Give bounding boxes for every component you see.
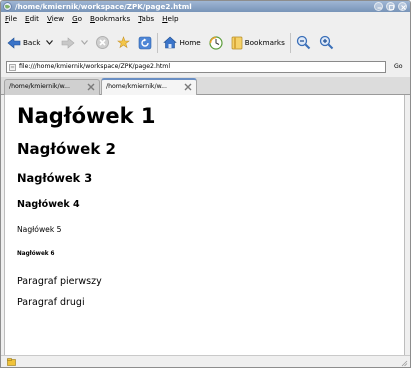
status-bar	[1, 355, 410, 367]
bookmarks-label: Bookmarks	[244, 38, 285, 47]
zoom-in-icon	[319, 35, 334, 50]
heading-2: Nagłówek 2	[17, 140, 116, 158]
close-icon[interactable]	[87, 83, 95, 91]
heading-1: Nagłówek 1	[17, 104, 156, 128]
stop-icon	[96, 36, 110, 49]
window-controls	[374, 2, 407, 11]
close-icon[interactable]	[184, 83, 192, 91]
menu-bookmarks-label: ookmarks	[94, 14, 131, 23]
menu-file-label: ile	[8, 14, 18, 23]
back-history-dropdown[interactable]	[46, 32, 54, 54]
heading-4: Nagłówek 4	[17, 199, 80, 210]
forward-history-dropdown[interactable]	[81, 32, 89, 54]
chevron-down-icon	[81, 40, 89, 45]
home-label: Home	[179, 38, 201, 47]
back-button[interactable]: Back	[7, 32, 40, 54]
tab-1[interactable]: /home/kmiernik/w...	[4, 79, 100, 95]
url-input[interactable]: file:///home/kmiernik/workspace/ZPK/page…	[6, 61, 386, 73]
url-text: file:///home/kmiernik/workspace/ZPK/page…	[19, 63, 171, 70]
forward-button[interactable]	[61, 32, 75, 54]
menu-bar: File Edit View Go Bookmarks Tabs Help	[1, 12, 410, 26]
toolbar-separator	[289, 32, 291, 53]
heading-6: Nagłówek 6	[17, 251, 55, 257]
menu-tabs-label: abs	[141, 14, 155, 23]
bookmark-page-button[interactable]	[117, 32, 131, 54]
toolbar-separator	[157, 32, 159, 53]
paragraph-2: Paragraf drugi	[17, 297, 85, 308]
menu-edit-label: dit	[29, 14, 39, 23]
menu-help-label: elp	[167, 14, 179, 23]
location-bar: file:///home/kmiernik/workspace/ZPK/page…	[1, 59, 410, 75]
history-button[interactable]	[209, 32, 223, 54]
bookmarks-button[interactable]: Bookmarks	[231, 32, 285, 54]
zoom-in-button[interactable]	[319, 32, 334, 54]
bookmark-star-icon	[117, 36, 131, 49]
browser-window: /home/kmiernik/workspace/ZPK/page2.html …	[0, 0, 411, 368]
menu-go[interactable]: Go	[72, 12, 82, 26]
maximize-button[interactable]	[386, 2, 395, 11]
stop-button[interactable]	[96, 32, 110, 54]
maximize-icon	[389, 5, 394, 10]
paragraph-1: Paragraf pierwszy	[17, 276, 102, 287]
bookmarks-icon	[231, 36, 243, 49]
menu-edit[interactable]: Edit	[25, 12, 39, 26]
tab-1-label: /home/kmiernik/w...	[9, 83, 70, 90]
tab-2[interactable]: /home/kmiernik/w...	[101, 78, 197, 95]
close-icon	[401, 5, 406, 10]
resize-grip-icon[interactable]	[400, 359, 408, 367]
chevron-down-icon	[46, 40, 54, 45]
menu-file[interactable]: File	[5, 12, 17, 26]
menu-go-label: o	[77, 14, 83, 23]
minimize-button[interactable]	[374, 2, 383, 11]
back-label: Back	[23, 38, 41, 47]
status-icon[interactable]	[7, 358, 16, 366]
title-bar: /home/kmiernik/workspace/ZPK/page2.html	[1, 1, 410, 12]
menu-view-label: iew	[51, 14, 65, 23]
history-icon	[209, 35, 223, 50]
browser-globe-icon	[3, 2, 12, 11]
menu-tabs[interactable]: Tabs	[138, 12, 154, 26]
home-button[interactable]: Home	[163, 32, 201, 54]
page-icon	[9, 64, 16, 71]
tab-bar: /home/kmiernik/w... /home/kmiernik/w...	[1, 77, 410, 95]
menu-view[interactable]: View	[47, 12, 64, 26]
heading-5: Nagłówek 5	[17, 225, 62, 234]
menu-bookmarks[interactable]: Bookmarks	[90, 12, 130, 26]
page-content: Nagłówek 1 Nagłówek 2 Nagłówek 3 Nagłówe…	[4, 95, 405, 355]
home-icon	[163, 36, 178, 49]
back-arrow-icon	[7, 36, 21, 49]
tab-2-label: /home/kmiernik/w...	[106, 83, 167, 90]
window-title: /home/kmiernik/workspace/ZPK/page2.html	[15, 2, 192, 11]
reload-icon	[139, 36, 152, 49]
go-button[interactable]: Go	[394, 61, 403, 73]
menu-help[interactable]: Help	[162, 12, 178, 26]
reload-button[interactable]	[138, 32, 152, 54]
navigation-toolbar: Back Home Bookmarks	[1, 26, 410, 59]
heading-3: Nagłówek 3	[17, 171, 93, 185]
zoom-out-icon	[296, 35, 311, 50]
zoom-out-button[interactable]	[296, 32, 311, 54]
close-window-button[interactable]	[398, 2, 407, 11]
forward-arrow-icon	[62, 36, 75, 49]
minimize-icon	[377, 7, 382, 9]
